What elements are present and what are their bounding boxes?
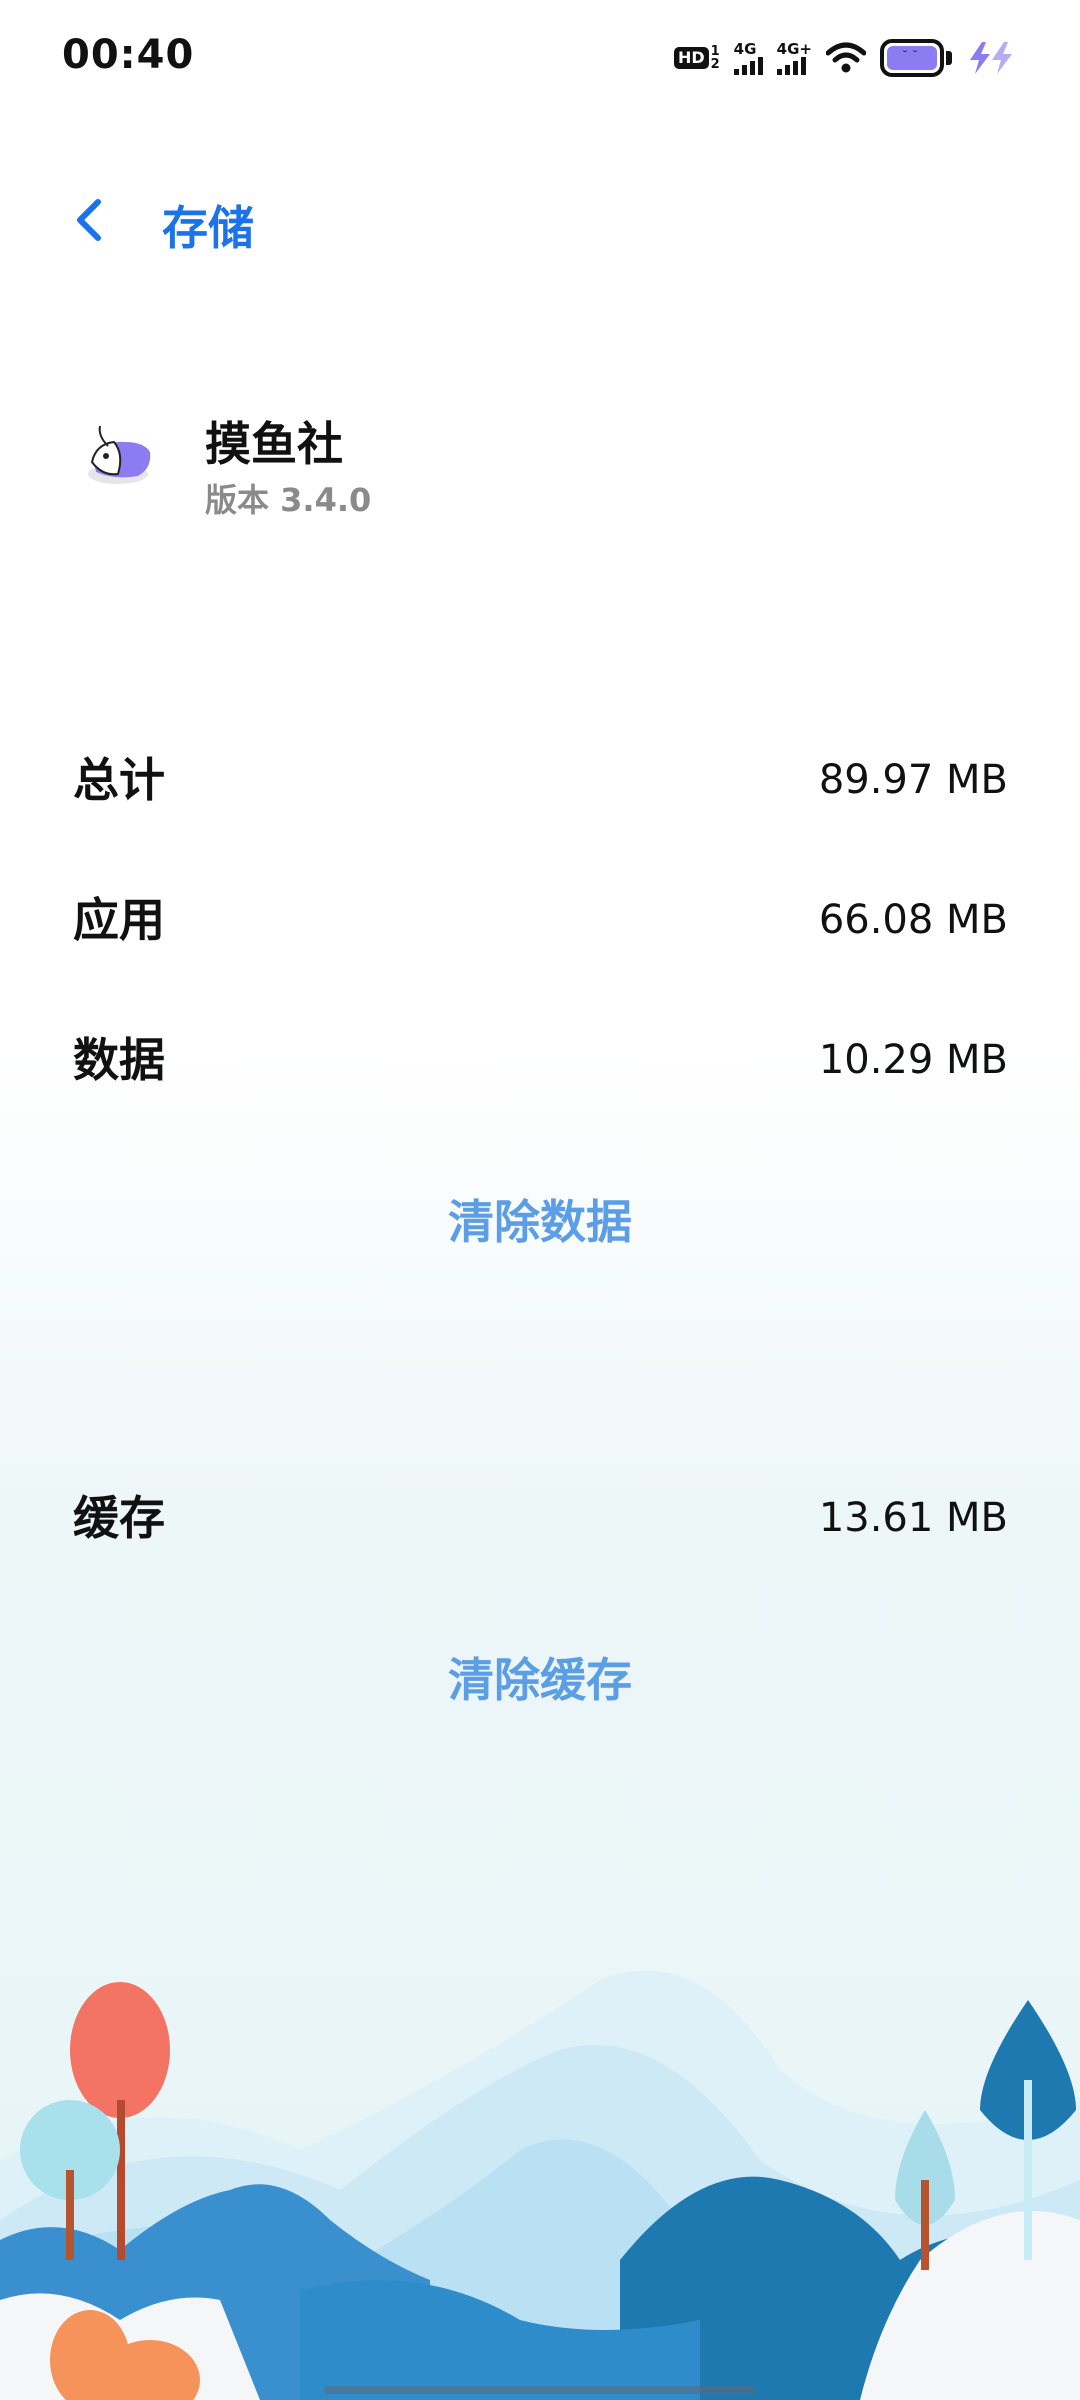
signal-icon: 4G — [733, 39, 763, 75]
app-bar: 存储 — [0, 180, 1080, 260]
charging-icon — [970, 42, 1012, 74]
row-total: 总计 89.97 MB — [73, 740, 1008, 820]
hd-icon: HD 1 2 — [673, 45, 720, 71]
hd-sub-bottom: 2 — [710, 57, 720, 72]
cache-value: 13.61 MB — [818, 1495, 1008, 1541]
sim2-network-label: 4G+ — [776, 39, 812, 58]
clear-data-button[interactable]: 清除数据 — [0, 1186, 1080, 1252]
app-fish-icon — [88, 425, 151, 484]
app-name: 摸鱼社 — [205, 417, 343, 471]
battery-icon: ˘˘ — [880, 39, 944, 77]
status-time: 00:40 — [62, 32, 195, 78]
row-data: 数据 10.29 MB — [73, 1020, 1008, 1100]
row-app: 应用 66.08 MB — [73, 880, 1008, 960]
app-version: 版本 3.4.0 — [205, 481, 372, 519]
sim1-network-label: 4G — [733, 39, 757, 58]
chevron-left-icon — [77, 199, 101, 241]
app-info: 摸鱼社 版本 3.4.0 — [0, 400, 1080, 530]
page-title: 存储 — [162, 201, 254, 255]
status-icons: HD 1 2 4G 4G+ ˘˘ — [673, 34, 1016, 82]
status-bar: 00:40 HD 1 2 4G 4G+ ˘˘ — [0, 0, 1080, 118]
wifi-icon — [826, 42, 866, 73]
data-label: 数据 — [73, 1033, 165, 1087]
clear-cache-button[interactable]: 清除缓存 — [0, 1644, 1080, 1710]
app-size-value: 66.08 MB — [818, 897, 1008, 943]
hd-label: HD — [673, 47, 709, 69]
back-button[interactable] — [62, 190, 122, 250]
landscape-illustration — [0, 1970, 1080, 2400]
data-value: 10.29 MB — [818, 1037, 1008, 1083]
hd-sub: 1 2 — [711, 45, 720, 71]
signal-icon: 4G+ — [776, 39, 812, 75]
row-cache: 缓存 13.61 MB — [73, 1478, 1008, 1558]
total-value: 89.97 MB — [818, 757, 1008, 803]
home-indicator[interactable] — [324, 2386, 756, 2394]
app-size-label: 应用 — [73, 893, 165, 947]
cache-label: 缓存 — [73, 1491, 165, 1545]
total-label: 总计 — [73, 753, 165, 807]
